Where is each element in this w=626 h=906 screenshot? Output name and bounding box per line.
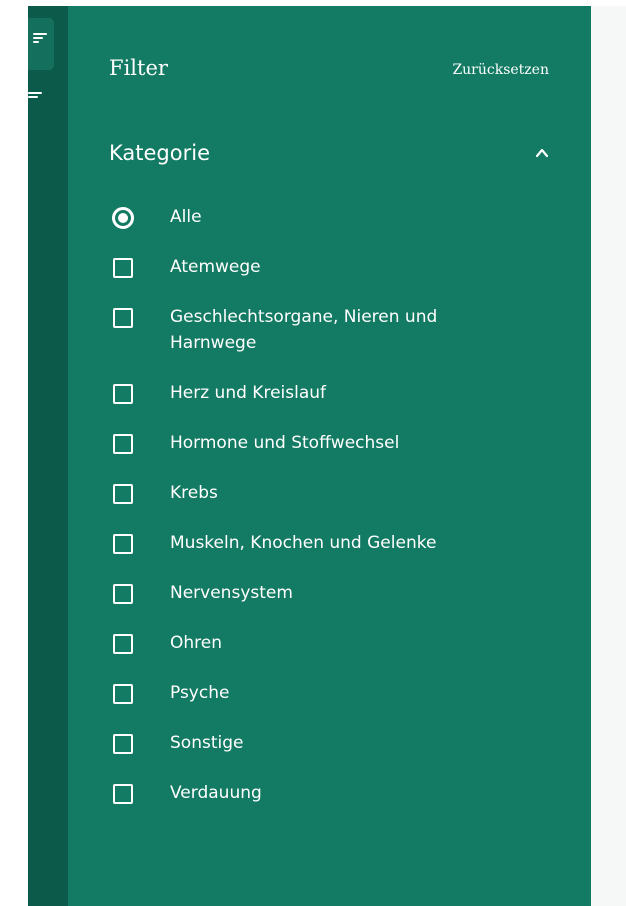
- checkbox-box: [113, 684, 133, 704]
- filter-lines-icon: [28, 92, 42, 102]
- checkbox-box: [113, 634, 133, 654]
- checkbox-empty-icon[interactable]: [112, 633, 134, 655]
- category-section-header[interactable]: Kategorie: [109, 138, 549, 172]
- checkbox-empty-icon[interactable]: [112, 433, 134, 455]
- radio-checked-icon[interactable]: [112, 207, 134, 229]
- checkbox-empty-icon[interactable]: [112, 307, 134, 329]
- chevron-up-icon: [535, 148, 549, 158]
- checkbox-option[interactable]: Nervensystem: [112, 582, 552, 606]
- sidebar-rail: [28, 6, 68, 906]
- option-label: Geschlechtsorgane, Nieren und Harnwege: [170, 307, 438, 353]
- filter-panel: Filter Zurücksetzen Kategorie Alle Atemwe…: [68, 6, 591, 906]
- reset-link[interactable]: Zurücksetzen: [452, 62, 549, 78]
- section-title: Kategorie: [109, 141, 210, 165]
- page: Filter Zurücksetzen Kategorie Alle Atemwe…: [0, 0, 626, 906]
- option-label: Alle: [170, 207, 202, 227]
- option-label: Psyche: [170, 683, 230, 703]
- radio-option[interactable]: Alle: [112, 206, 552, 230]
- option-label: Ohren: [170, 633, 223, 653]
- checkbox-box: [113, 734, 133, 754]
- checkbox-empty-icon[interactable]: [112, 257, 134, 279]
- option-label: Muskeln, Knochen und Gelenke: [170, 533, 437, 553]
- content-area: [591, 6, 626, 906]
- option-label: Hormone und Stoffwechsel: [170, 433, 400, 453]
- checkbox-option[interactable]: Ohren: [112, 632, 552, 656]
- checkbox-option[interactable]: Herz und Kreislauf: [112, 382, 552, 406]
- checkbox-option[interactable]: Hormone und Stoffwechsel: [112, 432, 552, 456]
- checkbox-box: [113, 784, 133, 804]
- filter-toggle-button[interactable]: [28, 18, 54, 70]
- checkbox-empty-icon[interactable]: [112, 483, 134, 505]
- checkbox-option[interactable]: Krebs: [112, 482, 552, 506]
- option-label: Sonstige: [170, 733, 244, 753]
- filter-lines-icon: [33, 33, 47, 43]
- checkbox-empty-icon[interactable]: [112, 583, 134, 605]
- checkbox-box: [113, 534, 133, 554]
- checkbox-option[interactable]: Muskeln, Knochen und Gelenke: [112, 532, 552, 556]
- checkbox-box: [113, 258, 133, 278]
- checkbox-option[interactable]: Sonstige: [112, 732, 552, 756]
- option-label: Nervensystem: [170, 583, 293, 603]
- checkbox-option[interactable]: Verdauung: [112, 782, 552, 806]
- panel-title: Filter: [109, 56, 168, 80]
- radio-dot: [118, 213, 128, 223]
- checkbox-option[interactable]: Geschlechtsorgane, Nieren und Harnwege: [112, 306, 552, 356]
- option-label: Herz und Kreislauf: [170, 383, 327, 403]
- option-label: Atemwege: [170, 257, 261, 277]
- checkbox-box: [113, 308, 133, 328]
- checkbox-empty-icon[interactable]: [112, 683, 134, 705]
- checkbox-option[interactable]: Atemwege: [112, 256, 552, 280]
- option-label: Verdauung: [170, 783, 262, 803]
- checkbox-empty-icon[interactable]: [112, 383, 134, 405]
- checkbox-empty-icon[interactable]: [112, 733, 134, 755]
- checkbox-box: [113, 484, 133, 504]
- checkbox-box: [113, 384, 133, 404]
- checkbox-empty-icon[interactable]: [112, 533, 134, 555]
- option-label: Krebs: [170, 483, 218, 503]
- category-options: Alle Atemwege Geschlechtsorgane, Nieren un…: [112, 206, 552, 832]
- checkbox-box: [113, 584, 133, 604]
- checkbox-empty-icon[interactable]: [112, 783, 134, 805]
- checkbox-box: [113, 434, 133, 454]
- checkbox-option[interactable]: Psyche: [112, 682, 552, 706]
